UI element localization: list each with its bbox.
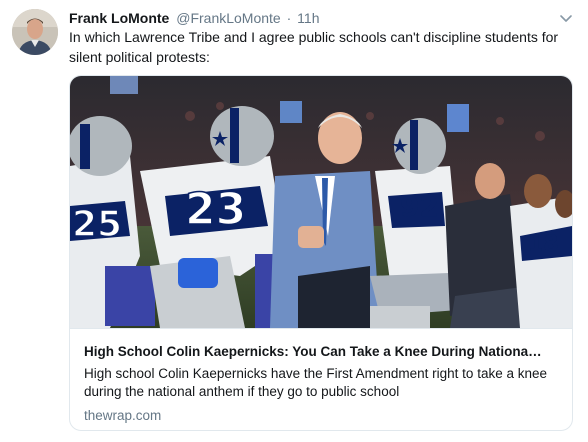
card-description: High school Colin Kaepernicks have the F… <box>84 366 547 399</box>
jersey-number-18: 18 <box>528 232 559 257</box>
display-name[interactable]: Frank LoMonte <box>69 10 169 26</box>
jersey-number-23: 23 <box>185 184 246 235</box>
link-card[interactable]: 23 92 18 25 High School Colin Kaepernick… <box>69 75 573 431</box>
user-handle[interactable]: @FrankLoMonte <box>176 10 280 26</box>
card-body[interactable]: High School Colin Kaepernicks: You Can T… <box>70 328 572 430</box>
card-image[interactable]: 23 92 18 25 <box>70 76 572 328</box>
card-title[interactable]: High School Colin Kaepernicks: You Can T… <box>84 343 564 361</box>
timestamp[interactable]: 11h <box>297 10 319 26</box>
jersey-number-92: 92 <box>400 190 439 223</box>
tweet-text: In which Lawrence Tribe and I agree publ… <box>69 29 559 65</box>
chevron-down-icon[interactable] <box>558 10 574 26</box>
tweet: Frank LoMonte @FrankLoMonte · 11h In whi… <box>0 0 588 442</box>
separator-dot: · <box>286 10 292 26</box>
avatar[interactable] <box>12 9 58 55</box>
card-domain[interactable]: thewrap.com <box>84 407 161 425</box>
jersey-number-25: 25 <box>72 204 122 245</box>
tweet-header: Frank LoMonte @FrankLoMonte · 11h <box>69 9 320 27</box>
